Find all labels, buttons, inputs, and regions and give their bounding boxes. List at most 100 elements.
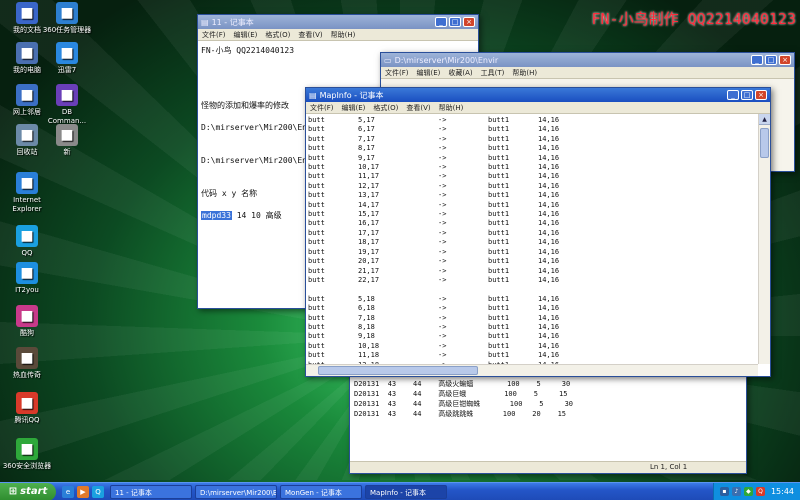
mapinfo-cell: 14,16 [538,125,560,134]
thunder-icon: ■ [56,42,78,64]
scroll-up-arrow-icon[interactable]: ▲ [759,114,770,125]
maximize-button[interactable]: □ [765,55,777,65]
close-button[interactable]: × [463,17,475,27]
desktop-shortcut[interactable]: ■ Internet Explorer [2,172,52,214]
mapinfo-cell: 14,16 [538,266,560,275]
menu-file[interactable]: 文件(F) [202,29,226,40]
menu-bar: 文件(F) 编辑(E) 格式(O) 查看(V) 帮助(H) [306,102,770,114]
menu-format[interactable]: 格式(O) [265,29,290,40]
mapinfo-cell: 14,16 [538,351,560,360]
mapinfo-table: butt 5,17 -> butt1 14,16 butt 6,17 -> butt1 14,16… [308,116,578,364]
mapinfo-cell: butt1 [488,116,510,124]
close-button[interactable]: × [755,90,767,100]
desktop-shortcut[interactable]: ■ 新 [42,124,92,157]
minimize-button[interactable]: _ [727,90,739,100]
start-button[interactable]: ⊞ start [0,482,56,500]
mapinfo-cell: 9,17 [358,153,375,162]
scroll-thumb[interactable] [760,128,769,158]
minimize-button[interactable]: _ [435,17,447,27]
desktop-shortcut[interactable]: ■ 360安全浏览器 [2,438,52,471]
text-area[interactable]: D20131 43 44 高级火蝙蝠 100 5 30 D20131 43 44… [350,377,746,473]
menu-favorites[interactable]: 收藏(A) [448,67,472,78]
mapinfo-cell: -> [438,210,447,219]
mapinfo-cell: 10,18 [358,341,380,350]
menu-edit[interactable]: 编辑(E) [342,102,366,113]
maximize-button[interactable]: □ [449,17,461,27]
mapinfo-cell: 7,18 [358,313,375,322]
mapinfo-cell: 13,17 [358,191,380,200]
mapinfo-cell: butt [308,257,325,266]
mapinfo-cell: -> [438,266,447,275]
mapinfo-cell: 10,17 [358,163,380,172]
document-icon: ■ [56,124,78,146]
qq-tray-icon[interactable]: Q [755,487,765,496]
mapinfo-cell: 14,17 [358,200,380,209]
desktop-shortcut[interactable]: ■ QQ [2,225,52,258]
menu-help[interactable]: 帮助(H) [331,29,356,40]
desktop-shortcut[interactable]: ■ 迅雷7 [42,42,92,75]
selected-code: mdpd33 [201,211,232,220]
text-area[interactable]: butt 5,17 -> butt1 14,16 butt 6,17 -> butt1 14,16… [306,114,758,364]
mapinfo-cell: 14,16 [538,191,560,200]
horizontal-scrollbar[interactable] [306,364,758,376]
vertical-scrollbar[interactable]: ▲ [758,114,770,364]
shield-tray-icon[interactable]: ◆ [743,487,753,496]
mapinfo-cell: 14,16 [538,200,560,209]
title-bar[interactable]: ▤ MapInfo - 记事本 _ □ × [306,88,770,102]
mapinfo-cell: 8,17 [358,144,375,153]
title-bar[interactable]: ▤ 11 - 记事本 _ □ × [198,15,478,29]
mapinfo-cell [538,285,578,294]
desktop-shortcut[interactable]: ■ DB Comman... [42,84,92,126]
mapinfo-notepad-window[interactable]: ▤ MapInfo - 记事本 _ □ × 文件(F) 编辑(E) 格式(O) … [305,87,771,377]
media-quick-icon[interactable]: ▶ [77,485,89,498]
mapinfo-cell: -> [438,275,447,284]
menu-help[interactable]: 帮助(H) [439,102,464,113]
mapinfo-cell: 14,16 [538,322,560,331]
ie-quick-icon[interactable]: e [62,485,74,498]
menu-format[interactable]: 格式(O) [373,102,398,113]
desktop-shortcut[interactable]: ■ 酷狗 [2,305,52,338]
mapinfo-cell: butt [308,313,325,322]
mapinfo-row: butt 7,18 -> butt1 14,16 [308,314,578,323]
desktop-shortcut[interactable]: ■ 腾讯QQ [2,392,52,425]
mapinfo-cell: 16,17 [358,219,380,228]
title-bar[interactable]: ▭ D:\mirserver\Mir200\Envir _ □ × [381,53,794,67]
menu-file[interactable]: 文件(F) [385,67,409,78]
taskbar-button[interactable]: 11 - 记事本 [110,484,192,499]
menu-tools[interactable]: 工具(T) [481,67,505,78]
scroll-thumb[interactable] [318,366,478,375]
mapinfo-row: butt 21,17 -> butt1 14,16 [308,267,578,276]
menu-bar: 文件(F) 编辑(E) 收藏(A) 工具(T) 帮助(H) [381,67,794,79]
mapinfo-row: butt 11,17 -> butt1 14,16 [308,172,578,181]
desktop-shortcut[interactable]: ■ IT2you [2,262,52,295]
menu-bar: 文件(F) 编辑(E) 格式(O) 查看(V) 帮助(H) [198,29,478,41]
taskbar-button[interactable]: MapInfo - 记事本 [365,484,447,499]
mapinfo-cell: 21,17 [358,266,380,275]
mapinfo-cell: 14,16 [538,304,560,313]
code-line-rest: 14 10 高级 [231,211,282,220]
mapinfo-cell: 5,17 [358,116,375,124]
menu-edit[interactable]: 编辑(E) [234,29,258,40]
taskbar-button[interactable]: D:\mirserver\Mir200\E [195,484,277,499]
desktop-shortcut-label: 我的文档 [13,26,41,34]
close-button[interactable]: × [779,55,791,65]
menu-edit[interactable]: 编辑(E) [417,67,441,78]
menu-help[interactable]: 帮助(H) [512,67,537,78]
volume-tray-icon[interactable]: ♪ [731,487,741,496]
minimize-button[interactable]: _ [751,55,763,65]
desktop-shortcut-label: 网上邻居 [13,108,41,116]
watermark-text: FN-小鸟制作 QQ2214040123 [591,10,797,28]
taskbar-button[interactable]: MonGen - 记事本 [280,484,362,499]
menu-view[interactable]: 查看(V) [298,29,322,40]
desktop-shortcut[interactable]: ■ 热血传奇 [2,347,52,380]
maximize-button[interactable]: □ [741,90,753,100]
menu-view[interactable]: 查看(V) [406,102,430,113]
mapinfo-cell: -> [438,144,447,153]
desktop-shortcut-label: 迅雷7 [57,66,77,74]
menu-file[interactable]: 文件(F) [310,102,334,113]
network-tray-icon[interactable]: ▪ [719,487,729,496]
qq-quick-icon[interactable]: Q [92,485,104,498]
app-icon: ■ [16,262,38,284]
desktop-shortcut[interactable]: ■ 360任务管理器 [42,2,92,35]
monster-row: D20131 43 44 高级火蝙蝠 100 5 30 [354,380,571,388]
